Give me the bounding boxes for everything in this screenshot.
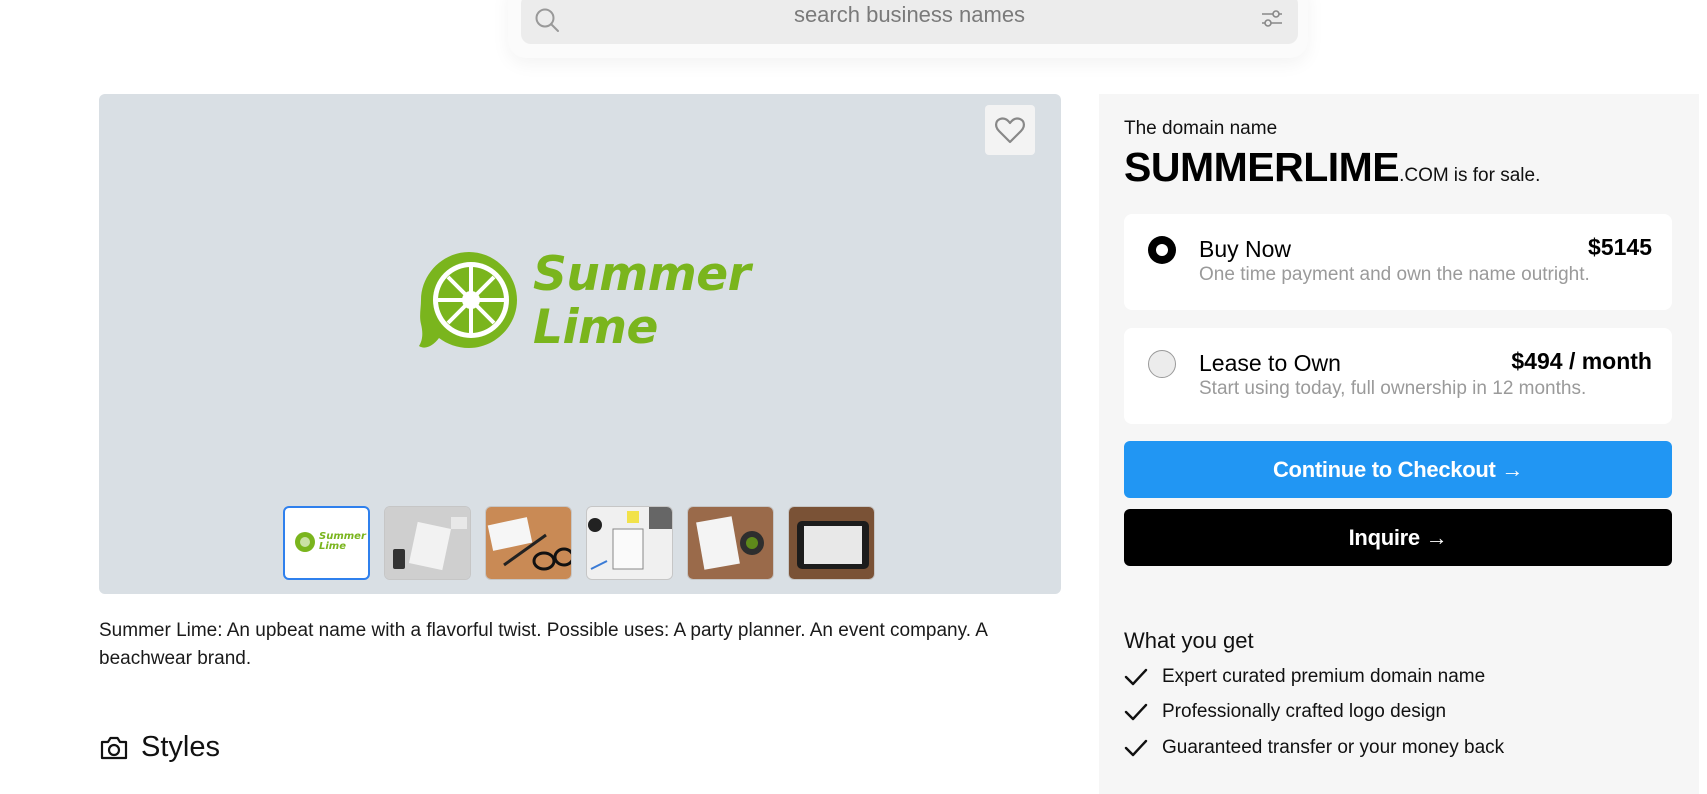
logo-wordmark: Summer Lime: [533, 247, 751, 355]
option-price: $494 / month: [1511, 348, 1652, 374]
option-price: $5145: [1588, 234, 1652, 260]
list-item: Professionally crafted logo design: [1124, 695, 1504, 731]
for-sale-text: is for sale.: [1453, 165, 1541, 186]
list-item-text: Professionally crafted logo design: [1162, 701, 1447, 723]
list-item: Expert curated premium domain name: [1124, 659, 1504, 695]
buy-now-option[interactable]: Buy Now $5145 One time payment and own t…: [1124, 214, 1672, 310]
hero-image-panel: Summer Lime Summer Lime: [99, 94, 1061, 594]
lease-to-own-radio[interactable]: [1148, 350, 1176, 378]
logo: Summer Lime: [417, 246, 757, 356]
camera-icon: [100, 736, 128, 759]
buy-now-radio[interactable]: [1148, 236, 1176, 264]
thumbnail-logo[interactable]: Summer Lime: [283, 506, 370, 580]
checkmark-icon: [1124, 739, 1148, 756]
search-icon: [535, 8, 559, 32]
thumbnail-desk-tablet[interactable]: [788, 506, 875, 580]
mockup-desk-gray-image: [385, 507, 470, 579]
what-you-get-list: Expert curated premium domain name Profe…: [1124, 659, 1504, 766]
styles-section-heading: Styles: [99, 731, 220, 764]
continue-to-checkout-button[interactable]: Continue to Checkout →: [1124, 441, 1672, 498]
mockup-desk-glasses-image: [486, 507, 571, 579]
option-title: Lease to Own: [1199, 350, 1341, 376]
styles-heading-text: Styles: [141, 731, 220, 763]
mockup-desk-notebook-image: [587, 507, 672, 579]
inquire-button[interactable]: Inquire →: [1124, 509, 1672, 566]
mini-lime-icon: [295, 532, 315, 552]
search-input[interactable]: [571, 0, 1248, 30]
option-subtitle: Start using today, full ownership in 12 …: [1199, 378, 1587, 399]
search-bar[interactable]: [521, 0, 1298, 44]
domain-title: SUMMERLIME .COM is for sale.: [1124, 144, 1540, 191]
logo-line-2: Lime: [533, 300, 658, 355]
list-item-text: Expert curated premium domain name: [1162, 665, 1486, 687]
thumbnail-strip: Summer Lime: [283, 506, 875, 580]
domain-name: SUMMERLIME: [1124, 144, 1400, 190]
mockup-desk-coffee-image: [688, 507, 773, 579]
purchase-panel: The domain name SUMMERLIME .COM is for s…: [1099, 94, 1699, 794]
list-item-text: Guaranteed transfer or your money back: [1162, 736, 1505, 758]
favorite-button[interactable]: [985, 105, 1035, 155]
domain-tld: .COM: [1399, 165, 1449, 186]
list-item: Guaranteed transfer or your money back: [1124, 730, 1504, 766]
mockup-desk-tablet-image: [789, 507, 874, 579]
thumb-logo-line-2: Lime: [319, 541, 347, 552]
heart-icon: [995, 117, 1025, 144]
lease-to-own-option[interactable]: Lease to Own $494 / month Start using to…: [1124, 328, 1672, 424]
what-you-get-heading: What you get: [1124, 628, 1254, 653]
filter-sliders-icon[interactable]: [1260, 8, 1284, 30]
checkmark-icon: [1124, 668, 1148, 685]
thumbnail-desk-glasses[interactable]: [485, 506, 572, 580]
thumbnail-desk-notebook[interactable]: [586, 506, 673, 580]
option-subtitle: One time payment and own the name outrig…: [1199, 264, 1590, 285]
option-title: Buy Now: [1199, 236, 1292, 262]
thumbnail-desk-gray[interactable]: [384, 506, 471, 580]
thumbnail-desk-coffee[interactable]: [687, 506, 774, 580]
domain-label: The domain name: [1124, 118, 1278, 139]
lime-logo-mark: [419, 252, 517, 348]
logo-line-1: Summer: [533, 247, 751, 302]
checkmark-icon: [1124, 704, 1148, 721]
domain-description: Summer Lime: An upbeat name with a flavo…: [99, 620, 987, 669]
